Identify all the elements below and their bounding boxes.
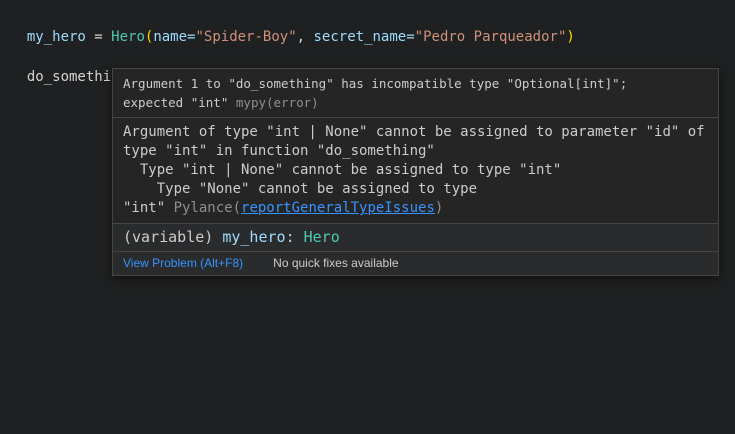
mypy-message-text: expected "int"	[123, 95, 236, 110]
token-close-paren: )	[566, 29, 574, 45]
variable-type-info-section: (variable) my_hero: Hero	[113, 223, 718, 251]
token-class-hero: Hero	[111, 29, 145, 45]
diagnostic-pylance-section: Argument of type "int | None" cannot be …	[113, 117, 718, 223]
view-problem-link[interactable]: View Problem (Alt+F8)	[123, 256, 243, 270]
token-comma: ,	[297, 29, 314, 45]
pylance-message-line-4: Type "None" cannot be assigned to type	[123, 180, 708, 199]
variable-name: my_hero	[222, 228, 285, 246]
pylance-message-line-5: "int" Pylance(reportGeneralTypeIssues)	[123, 199, 708, 218]
diagnostic-mypy-section: Argument 1 to "do_something" has incompa…	[113, 69, 718, 117]
pylance-message-text: "int"	[123, 200, 174, 216]
variable-type-info-line: (variable) my_hero: Hero	[123, 228, 708, 247]
quick-fix-hint: No quick fixes available	[273, 256, 398, 270]
pylance-message-line-2: type "int" in function "do_something"	[123, 142, 708, 161]
pylance-message-line-3: Type "int | None" cannot be assigned to …	[123, 161, 708, 180]
hover-status-bar: View Problem (Alt+F8) No quick fixes ava…	[113, 251, 718, 275]
pylance-message-line-1: Argument of type "int | None" cannot be …	[123, 123, 708, 142]
code-line-hero-assignment[interactable]: my_hero = Hero(name="Spider-Boy", secret…	[10, 7, 575, 47]
mypy-message-line-1: Argument 1 to "do_something" has incompa…	[123, 74, 708, 93]
token-string-spider-boy: "Spider-Boy"	[195, 29, 296, 45]
mypy-source-label: mypy(error)	[236, 95, 319, 110]
variable-colon: :	[286, 228, 304, 246]
token-kwarg-name: name=	[153, 29, 195, 45]
variable-type: Hero	[304, 228, 340, 246]
mypy-message-line-2: expected "int" mypy(error)	[123, 93, 708, 112]
pylance-source-close-paren: )	[435, 200, 443, 216]
pylance-source-label: Pylance(	[174, 200, 241, 216]
token-assign-operator: =	[86, 29, 111, 45]
variable-kind-label: (variable)	[123, 228, 222, 246]
token-kwarg-secret-name: secret_name=	[314, 29, 415, 45]
editor-hover-tooltip: Argument 1 to "do_something" has incompa…	[112, 68, 719, 276]
token-variable-my-hero: my_hero	[27, 29, 86, 45]
token-string-pedro-parqueador: "Pedro Parqueador"	[415, 29, 567, 45]
pylance-rule-link[interactable]: reportGeneralTypeIssues	[241, 200, 435, 216]
